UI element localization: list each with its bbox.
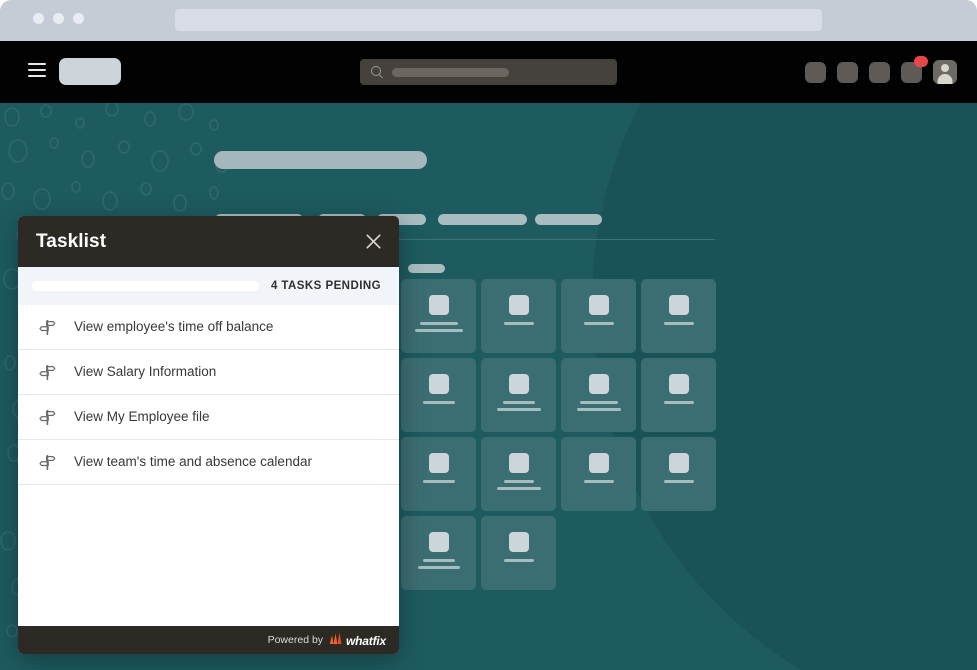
app-card[interactable] bbox=[481, 279, 556, 353]
app-card-icon bbox=[588, 295, 609, 315]
signpost-icon bbox=[38, 453, 56, 471]
app-card-label-placeholder bbox=[503, 480, 534, 483]
maximize-window-button[interactable] bbox=[73, 13, 84, 24]
whatfix-wordmark: whatfix bbox=[346, 634, 386, 648]
url-address-bar[interactable] bbox=[175, 9, 822, 31]
app-card[interactable] bbox=[401, 437, 476, 511]
app-card-icon bbox=[668, 374, 689, 394]
tasklist-footer: Powered by whatfix bbox=[18, 626, 399, 654]
app-card-label-placeholder bbox=[417, 566, 460, 569]
app-card[interactable] bbox=[641, 358, 716, 432]
whatfix-logo-icon bbox=[329, 632, 342, 644]
app-card-label-placeholder bbox=[422, 559, 455, 562]
app-card-label-placeholder bbox=[663, 480, 694, 483]
whatfix-logo[interactable]: whatfix bbox=[329, 632, 386, 648]
app-card[interactable] bbox=[401, 358, 476, 432]
task-item-label: View team's time and absence calendar bbox=[74, 453, 312, 469]
tasklist-title: Tasklist bbox=[36, 230, 107, 252]
tasklist-header: Tasklist bbox=[18, 216, 399, 267]
app-card-icon bbox=[668, 453, 689, 473]
browser-chrome bbox=[0, 0, 977, 41]
tasklist-progress-bar bbox=[32, 281, 259, 291]
app-card-label-placeholder bbox=[419, 322, 458, 325]
global-search-input[interactable] bbox=[360, 59, 617, 85]
close-window-button[interactable] bbox=[33, 13, 44, 24]
app-card-icon bbox=[428, 453, 449, 473]
task-item[interactable]: View My Employee file bbox=[18, 395, 399, 440]
app-card-label-placeholder bbox=[583, 480, 614, 483]
signpost-icon bbox=[38, 363, 56, 381]
app-card-label-placeholder bbox=[663, 401, 694, 404]
search-placeholder bbox=[392, 67, 509, 77]
header-action-group bbox=[805, 55, 957, 84]
app-card-label-placeholder bbox=[496, 487, 541, 490]
app-card[interactable] bbox=[641, 279, 716, 353]
minimize-window-button[interactable] bbox=[53, 13, 64, 24]
task-item-label: View Salary Information bbox=[74, 363, 217, 379]
app-card-icon bbox=[428, 374, 449, 394]
app-card[interactable] bbox=[561, 279, 636, 353]
app-card[interactable] bbox=[481, 358, 556, 432]
task-item-label: View My Employee file bbox=[74, 408, 210, 424]
app-icon-1-button[interactable] bbox=[805, 61, 826, 83]
app-card[interactable] bbox=[641, 437, 716, 511]
app-card-icon bbox=[428, 295, 449, 315]
app-card-label-placeholder bbox=[503, 322, 534, 325]
app-logo[interactable] bbox=[59, 58, 121, 85]
signpost-icon bbox=[38, 408, 56, 426]
powered-by-label: Powered by bbox=[267, 634, 324, 646]
app-card-label-placeholder bbox=[503, 559, 534, 562]
app-card[interactable] bbox=[561, 437, 636, 511]
hamburger-menu-icon[interactable] bbox=[28, 63, 46, 77]
app-card-icon bbox=[508, 453, 529, 473]
app-card-label-placeholder bbox=[576, 408, 621, 411]
tab-4[interactable] bbox=[535, 214, 602, 225]
app-card-label-placeholder bbox=[579, 401, 618, 404]
app-card-icon bbox=[508, 295, 529, 315]
app-card[interactable] bbox=[481, 437, 556, 511]
app-card-label-placeholder bbox=[663, 322, 694, 325]
app-card-icon bbox=[508, 532, 529, 552]
tasklist-progress-row: 4 TASKS PENDING bbox=[18, 267, 399, 305]
traffic-lights bbox=[33, 13, 84, 24]
app-card[interactable] bbox=[561, 358, 636, 432]
task-item-label: View employee's time off balance bbox=[74, 318, 274, 334]
signpost-icon bbox=[38, 318, 56, 336]
tasklist-items: View employee's time off balance View Sal… bbox=[18, 305, 399, 626]
tasks-pending-label: 4 TASKS PENDING bbox=[270, 280, 381, 292]
app-card-icon bbox=[668, 295, 689, 315]
app-card-icon bbox=[428, 532, 449, 552]
app-card-label-placeholder bbox=[496, 408, 541, 411]
app-icon-2-button[interactable] bbox=[837, 61, 858, 83]
search-icon bbox=[371, 66, 383, 78]
task-item[interactable]: View Salary Information bbox=[18, 350, 399, 395]
close-icon[interactable] bbox=[361, 230, 385, 254]
app-card[interactable] bbox=[401, 279, 476, 353]
section-label-placeholder bbox=[408, 264, 445, 273]
tasklist-panel: Tasklist 4 TASKS PENDING View employee's… bbox=[18, 216, 399, 654]
app-card-icon bbox=[588, 453, 609, 473]
task-item[interactable]: View team's time and absence calendar bbox=[18, 440, 399, 485]
app-card-icon bbox=[508, 374, 529, 394]
app-card[interactable] bbox=[401, 516, 476, 590]
notifications-button[interactable] bbox=[901, 55, 928, 83]
task-item[interactable]: View employee's time off balance bbox=[18, 305, 399, 350]
notification-badge bbox=[914, 55, 928, 67]
app-card[interactable] bbox=[481, 516, 556, 590]
app-card-label-placeholder bbox=[502, 401, 535, 404]
tab-3[interactable] bbox=[438, 214, 527, 225]
app-card-label-placeholder bbox=[422, 480, 455, 483]
card-grid bbox=[401, 279, 731, 590]
app-root: Tasklist 4 TASKS PENDING View employee's… bbox=[0, 0, 977, 670]
app-card-label-placeholder bbox=[414, 329, 463, 332]
app-icon-3-button[interactable] bbox=[869, 61, 890, 83]
user-avatar[interactable] bbox=[933, 60, 957, 84]
page-title-placeholder bbox=[214, 151, 427, 169]
app-card-label-placeholder bbox=[422, 401, 455, 404]
app-card-icon bbox=[588, 374, 609, 394]
app-card-label-placeholder bbox=[583, 322, 614, 325]
